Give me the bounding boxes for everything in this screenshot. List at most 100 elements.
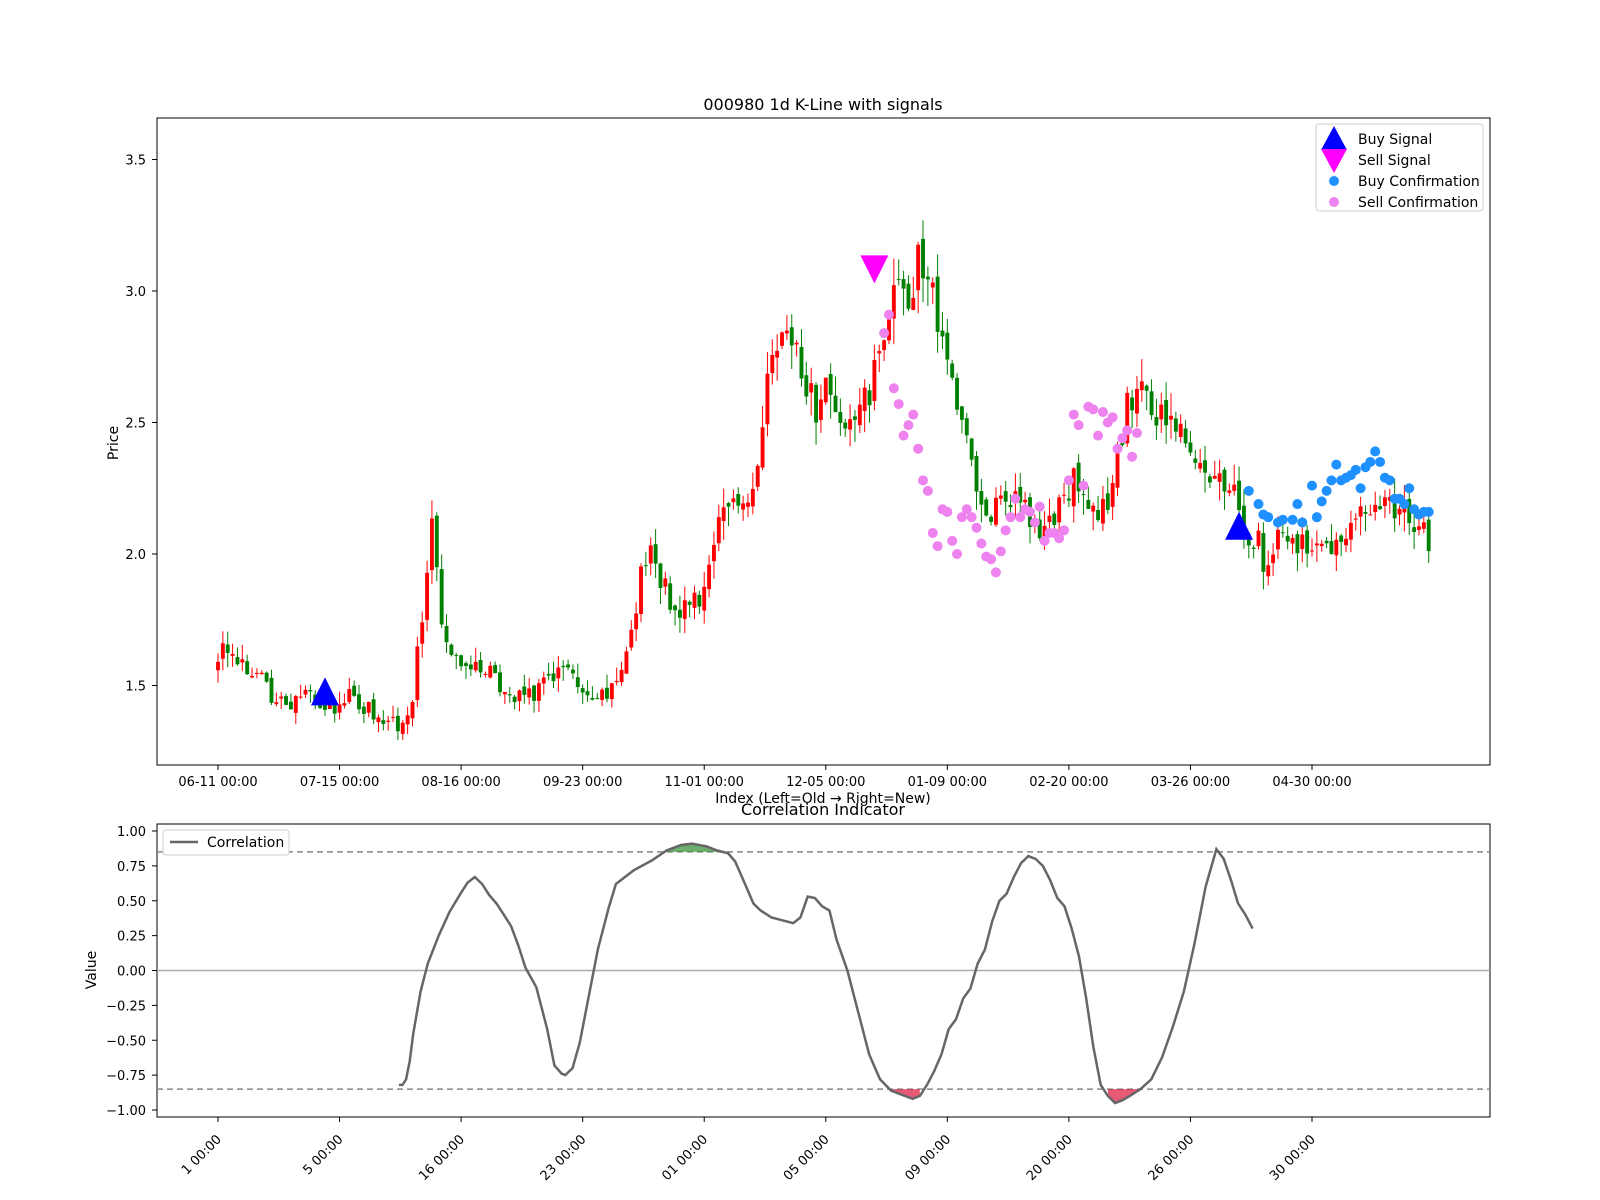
sell-confirmation-dot [1131, 428, 1142, 439]
candle-body [522, 686, 527, 695]
sell-confirmation-dot [1024, 506, 1035, 517]
candle-body [780, 332, 784, 346]
candle-body [1305, 530, 1310, 554]
candle-body [1207, 476, 1212, 483]
candle-body [906, 283, 911, 309]
candle-body [1373, 504, 1378, 513]
candle-body [225, 644, 230, 653]
candle-body [439, 569, 444, 625]
candle-body [1052, 513, 1057, 525]
sell-confirmation-dot [1005, 512, 1016, 523]
candle-body [254, 672, 259, 674]
kline-y-tick-label: 2.0 [125, 548, 146, 563]
candle-body [386, 720, 391, 722]
buy-confirmation-dot [1297, 517, 1308, 528]
candle-body [998, 495, 1003, 499]
candle-body [483, 673, 488, 675]
candle-body [429, 518, 434, 571]
candle-body [1417, 526, 1421, 530]
correlation-y-tick-label: 0.50 [117, 895, 146, 910]
correlation-y-label: Value [84, 951, 100, 989]
buy-confirmation-dot [1326, 475, 1337, 486]
candle-body [726, 503, 731, 507]
kline-y-tick-label: 2.5 [125, 417, 146, 432]
candle-body [541, 677, 546, 684]
candle-body [1057, 497, 1062, 523]
candle-body [1188, 442, 1193, 453]
candle-body [1251, 547, 1256, 549]
candle-body [590, 697, 595, 700]
candle-body [240, 659, 245, 663]
correlation-y-tick-label: −0.25 [106, 999, 146, 1014]
candle-body [303, 689, 308, 695]
correlation-x-tick-label: 23 00:00 [538, 1132, 590, 1184]
correlation-y-tick-label: −0.50 [106, 1034, 146, 1049]
correlation-y-tick-label: 0.00 [117, 965, 146, 980]
sell-confirmation-dot [898, 430, 909, 441]
sell-confirmation-dot [913, 443, 924, 454]
candle-body [352, 685, 357, 696]
sell-confirmation-dot [1127, 451, 1138, 462]
candle-body [595, 697, 600, 699]
candle-body [1344, 538, 1348, 546]
sell-confirmation-dot [1068, 409, 1079, 420]
candle-body [420, 622, 425, 644]
candle-body [1256, 530, 1261, 547]
candle-body [1130, 397, 1135, 411]
buy-confirmation-dot [1321, 485, 1332, 496]
candle-body [1149, 391, 1154, 416]
correlation-y-tick-label: 0.75 [117, 860, 146, 875]
candle-body [921, 238, 925, 279]
correlation-y-tick-label: −1.00 [106, 1104, 146, 1119]
candle-body [1154, 417, 1159, 426]
candle-body [925, 276, 930, 280]
candle-body [347, 689, 352, 702]
buy-confirmation-dot [1404, 483, 1415, 494]
kline-x-tick-label: 04-30 00:00 [1272, 775, 1351, 790]
candle-body [410, 701, 415, 719]
candle-body [935, 276, 940, 332]
sell-confirmation-dot [1107, 412, 1118, 423]
candle-body [702, 586, 707, 611]
legend-label: Sell Confirmation [1358, 195, 1478, 211]
candle-body [955, 377, 960, 410]
candle-body [512, 696, 517, 703]
candle-body [517, 690, 522, 702]
sell-confirmation-dot [1112, 443, 1123, 454]
candle-body [872, 359, 877, 401]
sell-confirmation-dot [952, 549, 963, 559]
candle-body [838, 411, 843, 423]
candle-body [853, 416, 857, 420]
candle-body [619, 669, 624, 683]
candle-body [527, 688, 532, 698]
candle-body [1290, 537, 1295, 544]
kline-x-tick-label: 09-23 00:00 [543, 775, 622, 790]
correlation-x-tick-label: 05 00:00 [781, 1132, 833, 1184]
candle-body [288, 701, 293, 710]
candle-body [629, 629, 634, 648]
candle-body [454, 654, 459, 656]
candle-body [459, 655, 464, 667]
candle-body [1003, 491, 1008, 502]
candle-body [862, 387, 867, 411]
sell-confirmation-dot [908, 409, 919, 420]
correlation-x-tick-label: 1 00:00 [179, 1132, 225, 1178]
candle-body [1105, 493, 1110, 510]
sell-confirmation-dot [1059, 525, 1070, 536]
candle-body [468, 664, 473, 670]
candle-body [799, 346, 804, 379]
candle-body [814, 384, 818, 423]
candle-body [1295, 534, 1300, 554]
buy-confirmation-dot [1365, 456, 1376, 467]
buy-confirmation-dot [1292, 499, 1303, 510]
candle-body [546, 673, 551, 676]
candle-body [697, 594, 702, 607]
candle-body [673, 605, 677, 611]
candle-body [532, 685, 536, 701]
candle-body [692, 592, 697, 608]
candle-body [230, 654, 235, 656]
candle-body [648, 545, 653, 564]
sell-confirmation-dot [1029, 517, 1040, 528]
buy-confirmation-dot [1287, 514, 1298, 525]
candle-body [323, 704, 327, 710]
